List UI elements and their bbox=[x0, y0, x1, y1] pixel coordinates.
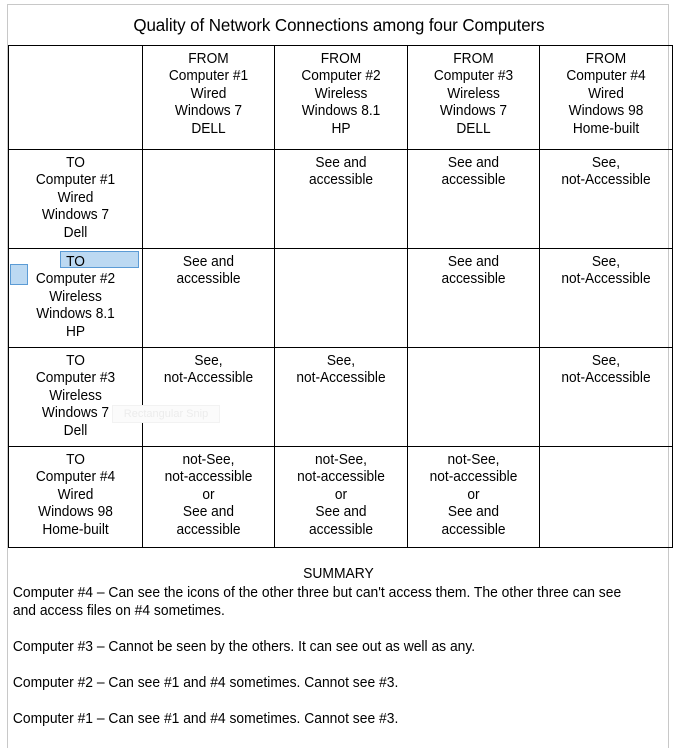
summary-spacer bbox=[8, 692, 669, 710]
matrix-row: TO Computer #4 Wired Windows 98 Home-built no… bbox=[8, 446, 673, 548]
matrix-cell-text: See, not-Accessible bbox=[561, 254, 651, 288]
matrix-cell-r2-c4[interactable]: See, not-Accessible bbox=[539, 248, 673, 348]
matrix-cell-text: See and accessible bbox=[441, 254, 506, 288]
matrix-cell-text: See, not-Accessible bbox=[163, 353, 254, 387]
matrix-cell-text: not-See, not-accessible or See and accessibl… bbox=[429, 452, 518, 538]
matrix-cell-text: See, not-Accessible bbox=[561, 353, 651, 387]
matrix-cell-r3-c3[interactable] bbox=[407, 347, 540, 447]
matrix-row: TO Computer #2 Wireless Windows 8.1 HP See an… bbox=[8, 248, 673, 348]
matrix-cell-r2-c3[interactable]: See and accessible bbox=[407, 248, 540, 348]
matrix-row: TO Computer #3 Wireless Windows 7 Dell See, no… bbox=[8, 347, 673, 447]
document-frame: Quality of Network Connections among fou… bbox=[7, 4, 673, 748]
row-header-text: TO Computer #4 Wired Windows 98 Home-built bbox=[35, 452, 116, 538]
matrix-cell-text: See and accessible bbox=[176, 254, 241, 288]
matrix-row-header-2[interactable]: TO Computer #2 Wireless Windows 8.1 HP bbox=[8, 248, 143, 348]
matrix-cell-r3-c4[interactable]: See, not-Accessible bbox=[539, 347, 673, 447]
column-header-text: FROM Computer #1 Wired Windows 7 DELL bbox=[168, 51, 249, 137]
summary-paragraph-list: Computer #4 – Can see the icons of the o… bbox=[8, 584, 669, 728]
summary-spacer bbox=[8, 620, 669, 638]
matrix-cell-r1-c4[interactable]: See, not-Accessible bbox=[539, 149, 673, 249]
matrix-row: TO Computer #1 Wired Windows 7 Dell See and ac… bbox=[8, 149, 673, 249]
matrix-cell-r1-c2[interactable]: See and accessible bbox=[274, 149, 408, 249]
matrix-container: FROM Computer #1 Wired Windows 7 DELL FROM Com… bbox=[8, 45, 673, 548]
matrix-cell-r4-c3[interactable]: not-See, not-accessible or See and accessibl… bbox=[407, 446, 540, 548]
summary-heading: SUMMARY bbox=[303, 566, 374, 582]
matrix-column-header-2: FROM Computer #2 Wireless Windows 8.1 HP bbox=[274, 45, 408, 150]
matrix-cell-r3-c1[interactable]: See, not-Accessible bbox=[142, 347, 275, 447]
row-header-text: TO Computer #1 Wired Windows 7 Dell bbox=[35, 155, 116, 241]
matrix-cell-r1-c3[interactable]: See and accessible bbox=[407, 149, 540, 249]
matrix-cell-r3-c2[interactable]: See, not-Accessible bbox=[274, 347, 408, 447]
matrix-cell-r4-c2[interactable]: not-See, not-accessible or See and accessibl… bbox=[274, 446, 408, 548]
matrix-cell-text: See, not-Accessible bbox=[561, 155, 651, 189]
matrix-row-header-4[interactable]: TO Computer #4 Wired Windows 98 Home-built bbox=[8, 446, 143, 548]
matrix-corner-cell bbox=[8, 45, 143, 150]
column-header-text: FROM Computer #2 Wireless Windows 8.1 HP bbox=[301, 51, 381, 137]
matrix-cell-r4-c4[interactable] bbox=[539, 446, 673, 548]
page-title: Quality of Network Connections among fou… bbox=[132, 14, 545, 35]
summary-paragraph-3: Computer #2 – Can see #1 and #4 sometime… bbox=[12, 675, 399, 691]
title-band: Quality of Network Connections among fou… bbox=[8, 5, 669, 45]
matrix-column-header-4: FROM Computer #4 Wired Windows 98 Home-built bbox=[539, 45, 673, 150]
matrix-column-header-3: FROM Computer #3 Wireless Windows 7 DELL bbox=[407, 45, 540, 150]
matrix-row-header-1[interactable]: TO Computer #1 Wired Windows 7 Dell bbox=[8, 149, 143, 249]
matrix-column-header-1: FROM Computer #1 Wired Windows 7 DELL bbox=[142, 45, 275, 150]
matrix-cell-text: See, not-Accessible bbox=[296, 353, 386, 387]
matrix-cell-text: not-See, not-accessible or See and accessibl… bbox=[297, 452, 385, 538]
row-header-text: TO Computer #2 Wireless Windows 8.1 HP bbox=[35, 254, 116, 340]
matrix-cell-text: not-See, not-accessible or See and accessibl… bbox=[164, 452, 253, 538]
matrix-cell-r4-c1[interactable]: not-See, not-accessible or See and accessibl… bbox=[142, 446, 275, 548]
connection-matrix-table: FROM Computer #1 Wired Windows 7 DELL FROM Com… bbox=[8, 45, 673, 548]
summary-paragraph-2: Computer #3 – Cannot be seen by the othe… bbox=[12, 639, 476, 655]
matrix-cell-r1-c1[interactable] bbox=[142, 149, 275, 249]
matrix-header-row: FROM Computer #1 Wired Windows 7 DELL FROM Com… bbox=[8, 45, 673, 150]
matrix-cell-r2-c1[interactable]: See and accessible bbox=[142, 248, 275, 348]
matrix-cell-text: See and accessible bbox=[308, 155, 374, 189]
summary-paragraph-4: Computer #1 – Can see #1 and #4 sometime… bbox=[12, 711, 399, 727]
summary-spacer bbox=[8, 656, 669, 674]
matrix-cell-r2-c2[interactable] bbox=[274, 248, 408, 348]
column-header-text: FROM Computer #3 Wireless Windows 7 DELL bbox=[433, 51, 514, 137]
row-header-text: TO Computer #3 Wireless Windows 7 Dell bbox=[35, 353, 116, 439]
column-header-text: FROM Computer #4 Wired Windows 98 Home-built bbox=[566, 51, 646, 137]
matrix-row-header-3[interactable]: TO Computer #3 Wireless Windows 7 Dell bbox=[8, 347, 143, 447]
summary-section: SUMMARY Computer #4 – Can see the icons … bbox=[8, 565, 669, 728]
summary-paragraph-1: Computer #4 – Can see the icons of the o… bbox=[12, 585, 622, 619]
matrix-cell-text: See and accessible bbox=[441, 155, 506, 189]
